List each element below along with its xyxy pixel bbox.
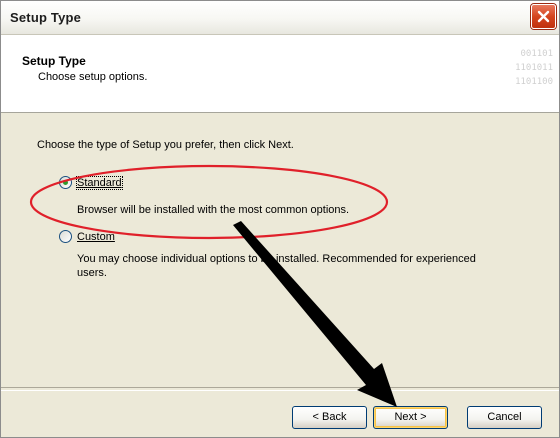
header-title: Setup Type bbox=[22, 54, 86, 68]
custom-description-line2: users. bbox=[77, 267, 107, 279]
binary-line: 001101 bbox=[520, 49, 553, 59]
header-panel: Setup Type Choose setup options. 001101 … bbox=[1, 35, 559, 113]
cancel-button[interactable]: Cancel bbox=[467, 406, 542, 429]
setup-dialog: Setup Type Setup Type Choose setup optio… bbox=[0, 0, 560, 438]
binary-line: 1101100 bbox=[515, 77, 553, 87]
title-bar[interactable]: Setup Type bbox=[1, 1, 559, 35]
window-title: Setup Type bbox=[10, 10, 82, 25]
binary-line: 1101011 bbox=[515, 63, 553, 73]
prompt-text: Choose the type of Setup you prefer, the… bbox=[37, 139, 294, 151]
standard-description: Browser will be installed with the most … bbox=[77, 204, 350, 216]
standard-label[interactable]: Standard bbox=[76, 175, 123, 190]
bottom-divider bbox=[1, 387, 559, 391]
custom-label[interactable]: Custom bbox=[77, 231, 115, 243]
custom-radio[interactable] bbox=[59, 230, 72, 243]
back-button-label: < Back bbox=[312, 411, 347, 423]
close-icon bbox=[537, 10, 550, 23]
close-button[interactable] bbox=[531, 4, 556, 29]
next-button-label: Next > bbox=[394, 411, 427, 423]
content-area: Choose the type of Setup you prefer, the… bbox=[1, 114, 559, 386]
radio-selected-dot bbox=[63, 180, 68, 185]
custom-option[interactable]: Custom bbox=[59, 230, 115, 243]
standard-option[interactable]: Standard bbox=[59, 175, 123, 190]
header-subtitle: Choose setup options. bbox=[38, 71, 148, 83]
next-button[interactable]: Next > bbox=[373, 406, 448, 429]
standard-radio[interactable] bbox=[59, 176, 72, 189]
cancel-button-label: Cancel bbox=[487, 411, 522, 423]
back-button[interactable]: < Back bbox=[292, 406, 367, 429]
binary-watermark: 001101 1101011 1101100 bbox=[503, 47, 553, 89]
custom-description: You may choose individual options to be … bbox=[77, 252, 476, 280]
custom-description-line1: You may choose individual options to be … bbox=[77, 253, 476, 265]
